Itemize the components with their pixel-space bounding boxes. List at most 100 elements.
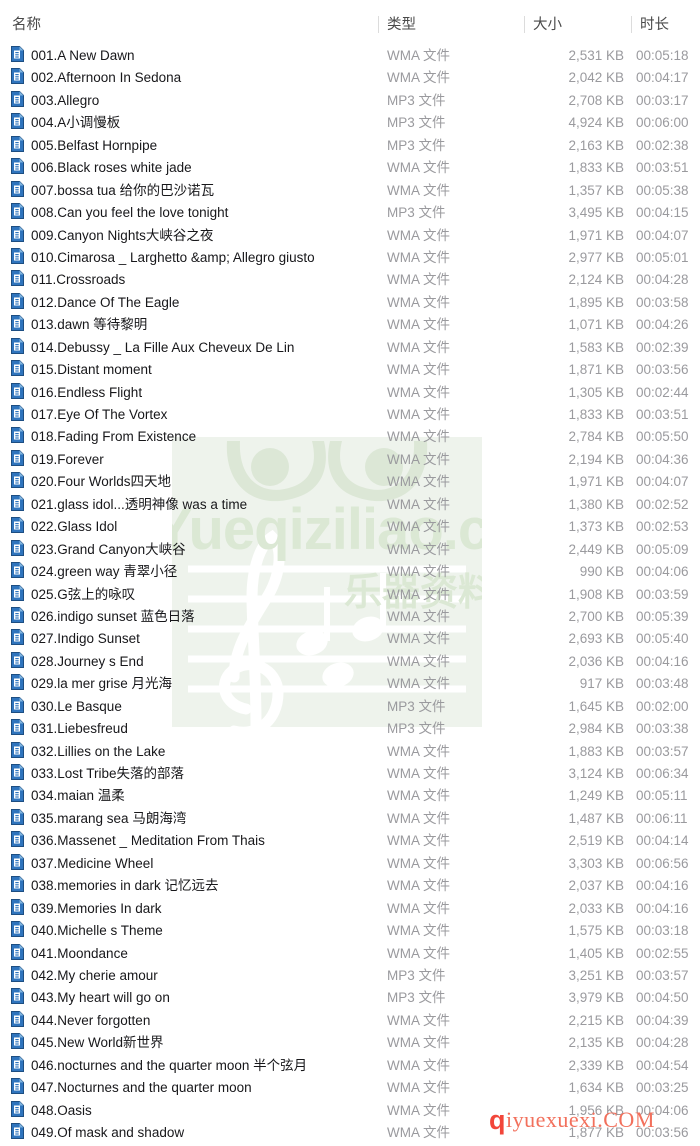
table-row[interactable]: 012.Dance Of The Eagle WMA 文件 1,895 KB 00:0… bbox=[0, 292, 700, 314]
table-row[interactable]: 023.Grand Canyon大峡谷 WMA 文件 2,449 KB 00:05:0… bbox=[0, 539, 700, 561]
file-name[interactable]: 042.My cherie amour bbox=[31, 966, 158, 986]
file-name[interactable]: 036.Massenet _ Meditation From Thais bbox=[31, 831, 265, 851]
file-name[interactable]: 025.G弦上的咏叹 bbox=[31, 585, 135, 605]
table-row[interactable]: 044.Never forgotten WMA 文件 2,215 KB 00:04:3… bbox=[0, 1010, 700, 1032]
table-row[interactable]: 003.Allegro MP3 文件 2,708 KB 00:03:17 bbox=[0, 90, 700, 112]
file-name[interactable]: 022.Glass Idol bbox=[31, 517, 117, 537]
table-row[interactable]: 039.Memories In dark WMA 文件 2,033 KB 00:04:… bbox=[0, 898, 700, 920]
file-name[interactable]: 032.Lillies on the Lake bbox=[31, 742, 165, 762]
table-row[interactable]: 049.Of mask and shadow WMA 文件 1,877 KB 00:0… bbox=[0, 1122, 700, 1144]
file-name[interactable]: 009.Canyon Nights大峡谷之夜 bbox=[31, 226, 213, 246]
table-row[interactable]: 025.G弦上的咏叹 WMA 文件 1,908 KB 00:03:59 bbox=[0, 584, 700, 606]
table-row[interactable]: 045.New World新世界 WMA 文件 2,135 KB 00:04:28 bbox=[0, 1032, 700, 1054]
file-name[interactable]: 015.Distant moment bbox=[31, 360, 152, 380]
file-name[interactable]: 001.A New Dawn bbox=[31, 46, 135, 66]
column-header-size[interactable]: 大小 bbox=[533, 13, 562, 34]
file-name[interactable]: 029.la mer grise 月光海 bbox=[31, 674, 172, 694]
table-row[interactable]: 018.Fading From Existence WMA 文件 2,784 KB 0… bbox=[0, 426, 700, 448]
table-row[interactable]: 019.Forever WMA 文件 2,194 KB 00:04:36 bbox=[0, 449, 700, 471]
table-row[interactable]: 014.Debussy _ La Fille Aux Cheveux De Li… bbox=[0, 337, 700, 359]
table-row[interactable]: 016.Endless Flight WMA 文件 1,305 KB 00:02:44 bbox=[0, 382, 700, 404]
file-name[interactable]: 014.Debussy _ La Fille Aux Cheveux De Li… bbox=[31, 338, 294, 358]
table-row[interactable]: 034.maian 温柔 WMA 文件 1,249 KB 00:05:11 bbox=[0, 785, 700, 807]
file-name[interactable]: 026.indigo sunset 蓝色日落 bbox=[31, 607, 195, 627]
file-name[interactable]: 008.Can you feel the love tonight bbox=[31, 203, 228, 223]
table-row[interactable]: 042.My cherie amour MP3 文件 3,251 KB 00:03:5… bbox=[0, 965, 700, 987]
file-name[interactable]: 043.My heart will go on bbox=[31, 988, 170, 1008]
table-row[interactable]: 002.Afternoon In Sedona WMA 文件 2,042 KB 00:… bbox=[0, 67, 700, 89]
file-name[interactable]: 038.memories in dark 记忆远去 bbox=[31, 876, 219, 896]
file-name[interactable]: 007.bossa tua 给你的巴沙诺瓦 bbox=[31, 181, 214, 201]
table-row[interactable]: 010.Cimarosa _ Larghetto &amp; Allegro g… bbox=[0, 247, 700, 269]
file-name[interactable]: 039.Memories In dark bbox=[31, 899, 162, 919]
table-row[interactable]: 020.Four Worlds四天地 WMA 文件 1,971 KB 00:04:07 bbox=[0, 471, 700, 493]
table-row[interactable]: 017.Eye Of The Vortex WMA 文件 1,833 KB 00:03… bbox=[0, 404, 700, 426]
table-row[interactable]: 007.bossa tua 给你的巴沙诺瓦 WMA 文件 1,357 KB 00:05… bbox=[0, 180, 700, 202]
table-row[interactable]: 005.Belfast Hornpipe MP3 文件 2,163 KB 00:02:… bbox=[0, 135, 700, 157]
file-name[interactable]: 003.Allegro bbox=[31, 91, 99, 111]
table-row[interactable]: 022.Glass Idol WMA 文件 1,373 KB 00:02:53 bbox=[0, 516, 700, 538]
table-row[interactable]: 043.My heart will go on MP3 文件 3,979 KB 00:… bbox=[0, 987, 700, 1009]
file-name[interactable]: 024.green way 青翠小径 bbox=[31, 562, 177, 582]
table-row[interactable]: 036.Massenet _ Meditation From Thais WMA … bbox=[0, 830, 700, 852]
file-name[interactable]: 021.glass idol...透明神像 was a time bbox=[31, 495, 247, 515]
file-name[interactable]: 012.Dance Of The Eagle bbox=[31, 293, 179, 313]
table-row[interactable]: 046.nocturnes and the quarter moon 半个弦月 W… bbox=[0, 1055, 700, 1077]
file-name[interactable]: 017.Eye Of The Vortex bbox=[31, 405, 167, 425]
table-row[interactable]: 027.Indigo Sunset WMA 文件 2,693 KB 00:05:40 bbox=[0, 628, 700, 650]
file-name[interactable]: 033.Lost Tribe失落的部落 bbox=[31, 764, 184, 784]
file-name[interactable]: 048.Oasis bbox=[31, 1101, 92, 1121]
file-name[interactable]: 019.Forever bbox=[31, 450, 104, 470]
column-header-name[interactable]: 名称 bbox=[12, 13, 41, 34]
table-row[interactable]: 030.Le Basque MP3 文件 1,645 KB 00:02:00 bbox=[0, 696, 700, 718]
file-name[interactable]: 006.Black roses white jade bbox=[31, 158, 192, 178]
column-header-type[interactable]: 类型 bbox=[387, 13, 416, 34]
file-name[interactable]: 040.Michelle s Theme bbox=[31, 921, 163, 941]
file-name[interactable]: 044.Never forgotten bbox=[31, 1011, 150, 1031]
table-row[interactable]: 026.indigo sunset 蓝色日落 WMA 文件 2,700 KB 00:0… bbox=[0, 606, 700, 628]
table-row[interactable]: 032.Lillies on the Lake WMA 文件 1,883 KB 00:… bbox=[0, 741, 700, 763]
table-row[interactable]: 029.la mer grise 月光海 WMA 文件 917 KB 00:03:48 bbox=[0, 673, 700, 695]
file-name[interactable]: 027.Indigo Sunset bbox=[31, 629, 140, 649]
table-row[interactable]: 040.Michelle s Theme WMA 文件 1,575 KB 00:03:… bbox=[0, 920, 700, 942]
file-name[interactable]: 034.maian 温柔 bbox=[31, 786, 125, 806]
file-name[interactable]: 037.Medicine Wheel bbox=[31, 854, 153, 874]
file-name[interactable]: 005.Belfast Hornpipe bbox=[31, 136, 157, 156]
file-name[interactable]: 046.nocturnes and the quarter moon 半个弦月 bbox=[31, 1056, 307, 1076]
table-row[interactable]: 013.dawn 等待黎明 WMA 文件 1,071 KB 00:04:26 bbox=[0, 314, 700, 336]
file-name[interactable]: 031.Liebesfreud bbox=[31, 719, 128, 739]
file-name[interactable]: 030.Le Basque bbox=[31, 697, 122, 717]
table-row[interactable]: 015.Distant moment WMA 文件 1,871 KB 00:03:56 bbox=[0, 359, 700, 381]
table-row[interactable]: 024.green way 青翠小径 WMA 文件 990 KB 00:04:06 bbox=[0, 561, 700, 583]
file-name[interactable]: 023.Grand Canyon大峡谷 bbox=[31, 540, 186, 560]
file-name[interactable]: 028.Journey s End bbox=[31, 652, 144, 672]
file-name[interactable]: 013.dawn 等待黎明 bbox=[31, 315, 147, 335]
table-row[interactable]: 041.Moondance WMA 文件 1,405 KB 00:02:55 bbox=[0, 943, 700, 965]
file-name[interactable]: 035.marang sea 马朗海湾 bbox=[31, 809, 186, 829]
file-name[interactable]: 010.Cimarosa _ Larghetto &amp; Allegro g… bbox=[31, 248, 315, 268]
file-name[interactable]: 041.Moondance bbox=[31, 944, 128, 964]
table-row[interactable]: 006.Black roses white jade WMA 文件 1,833 KB… bbox=[0, 157, 700, 179]
table-row[interactable]: 028.Journey s End WMA 文件 2,036 KB 00:04:16 bbox=[0, 651, 700, 673]
file-name[interactable]: 004.A小调慢板 bbox=[31, 113, 120, 133]
file-name[interactable]: 020.Four Worlds四天地 bbox=[31, 472, 171, 492]
file-name[interactable]: 049.Of mask and shadow bbox=[31, 1123, 184, 1143]
column-divider-type[interactable] bbox=[378, 16, 379, 33]
table-row[interactable]: 035.marang sea 马朗海湾 WMA 文件 1,487 KB 00:06:1… bbox=[0, 808, 700, 830]
file-name[interactable]: 045.New World新世界 bbox=[31, 1033, 164, 1053]
table-row[interactable]: 021.glass idol...透明神像 was a time WMA 文件 1,… bbox=[0, 494, 700, 516]
table-row[interactable]: 037.Medicine Wheel WMA 文件 3,303 KB 00:06:56 bbox=[0, 853, 700, 875]
file-name[interactable]: 047.Nocturnes and the quarter moon bbox=[31, 1078, 252, 1098]
column-header-duration[interactable]: 时长 bbox=[640, 13, 669, 34]
table-row[interactable]: 004.A小调慢板 MP3 文件 4,924 KB 00:06:00 bbox=[0, 112, 700, 134]
file-name[interactable]: 002.Afternoon In Sedona bbox=[31, 68, 181, 88]
table-row[interactable]: 011.Crossroads WMA 文件 2,124 KB 00:04:28 bbox=[0, 269, 700, 291]
table-row[interactable]: 001.A New Dawn WMA 文件 2,531 KB 00:05:18 bbox=[0, 45, 700, 67]
file-name[interactable]: 016.Endless Flight bbox=[31, 383, 142, 403]
file-name[interactable]: 018.Fading From Existence bbox=[31, 427, 196, 447]
table-row[interactable]: 009.Canyon Nights大峡谷之夜 WMA 文件 1,971 KB 00:0… bbox=[0, 225, 700, 247]
table-row[interactable]: 033.Lost Tribe失落的部落 WMA 文件 3,124 KB 00:06:3… bbox=[0, 763, 700, 785]
table-row[interactable]: 047.Nocturnes and the quarter moon WMA 文件… bbox=[0, 1077, 700, 1099]
column-divider-size[interactable] bbox=[524, 16, 525, 33]
table-row[interactable]: 031.Liebesfreud MP3 文件 2,984 KB 00:03:38 bbox=[0, 718, 700, 740]
